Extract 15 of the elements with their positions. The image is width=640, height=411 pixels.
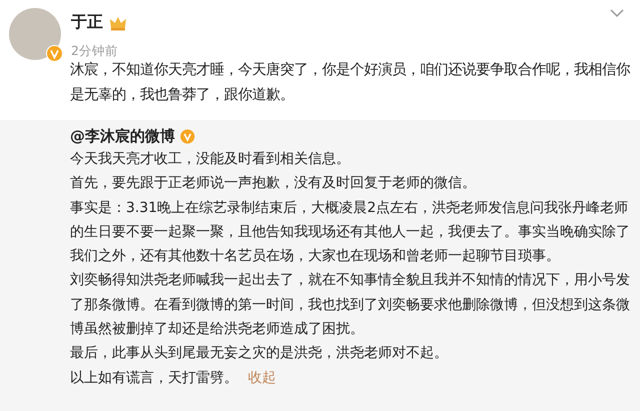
repost-paragraph: 今天我天亮才收工，没能及时看到相关信息。 [70,151,350,167]
post-text: 沐宸，不知道你天亮才睡，今天唐突了，你是个好演员，咱们还说要争取合作呢，我相信你是无辜的，我也鲁莽了，跟你道歉。 [70,60,631,105]
repost-paragraph: 刘奕畅得知洪尧老师喊我一起出去了，就在不知事情全貌且我并不知情的情况下，用小号发了那条微博。在看到微博的第一时间，我也找到了刘奕畅要求他删除微博，但没想到这条微博虽然被删掉了却还是给洪尧老师造成了困扰。 [70,272,630,338]
verified-badge-icon [46,45,63,62]
post-time: 2分钟前 [71,43,119,60]
chevron-down-icon[interactable] [610,9,624,18]
verified-badge-icon [180,128,195,144]
repost-paragraph: 最后，此事从头到尾最无妄之灾的是洪尧，洪尧老师对不起。 [70,345,448,362]
repost-paragraph: 首先，要先跟于正老师说一声抱歉，没有及时回复于老师的微信。 [70,175,476,192]
crown-icon [109,14,127,30]
repost-author[interactable]: @李沐宸的微博 [70,126,175,146]
repost-paragraph: 以上如有谎言，天打雷劈。 [70,370,238,386]
avatar[interactable] [9,8,61,60]
author-name[interactable]: 于正 [71,12,103,33]
repost-paragraph: 事实是：3.31晚上在综艺录制结束后，大概凌晨2点左右，洪尧老师发信息问我张丹峰老师的生日要不要一起聚一聚，且他告知我现场还有其他人一起，我便去了。事实当晚确实除了我们之外，还有其他数十名艺员在场，大家也在现场和曾老师一起聊节目琐事。 [70,200,630,264]
